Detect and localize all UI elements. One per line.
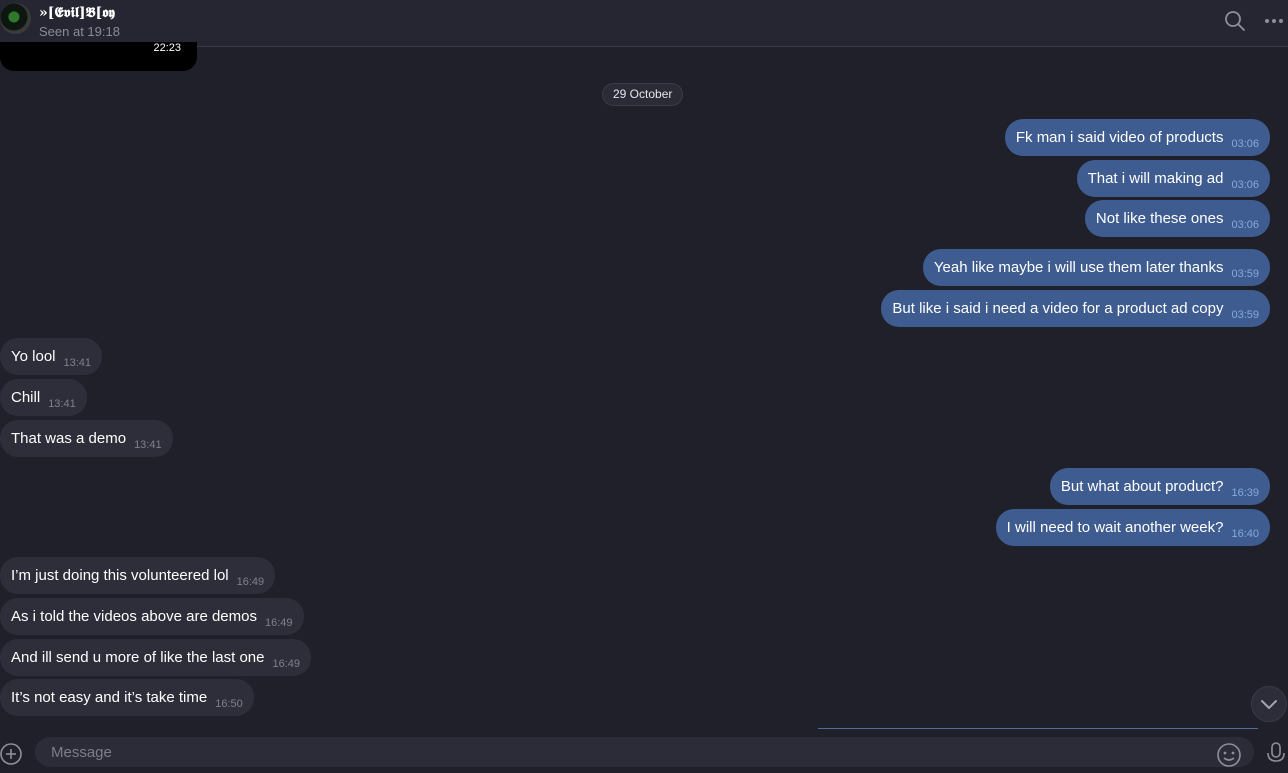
message-text: I will need to wait another week? (1006, 519, 1224, 536)
message-text: Not like these ones (1095, 210, 1224, 227)
message-time: 03:06 (1231, 179, 1259, 191)
message-time: 03:06 (1231, 219, 1259, 231)
message-incoming[interactable]: Chill 13:41 (0, 379, 87, 416)
message-outgoing[interactable]: I will need to wait another week? 16:40 (995, 509, 1270, 546)
message-incoming[interactable]: I’m just doing this volunteered lol 16:49 (0, 557, 276, 594)
message-time: 16:39 (1231, 487, 1259, 499)
message-text: But what about product? (1060, 478, 1224, 495)
progress-divider (818, 728, 1258, 729)
message-input[interactable] (35, 737, 1254, 767)
message-text: That was a demo (11, 430, 127, 447)
more-options-icon[interactable] (1264, 12, 1284, 35)
message-outgoing[interactable]: But what about product? 16:39 (1049, 468, 1270, 505)
scroll-to-bottom-button[interactable] (1251, 686, 1287, 722)
message-time: 03:06 (1231, 138, 1259, 150)
contact-last-seen: Seen at 19:18 (39, 24, 120, 39)
message-outgoing[interactable]: Not like these ones 03:06 (1084, 200, 1270, 237)
message-time: 03:59 (1231, 268, 1259, 280)
message-composer (0, 732, 1288, 767)
message-time: 16:40 (1231, 528, 1259, 540)
message-text: Yo lool (11, 348, 56, 365)
message-text: As i told the videos above are demos (11, 608, 257, 625)
message-outgoing[interactable]: That i will making ad 03:06 (1076, 160, 1270, 197)
message-outgoing[interactable]: Yeah like maybe i will use them later th… (922, 249, 1270, 286)
message-incoming[interactable]: And ill send u more of like the last one… (0, 639, 312, 676)
message-outgoing[interactable]: Fk man i said video of products 03:06 (1004, 119, 1270, 156)
message-text: But like i said i need a video for a pro… (892, 300, 1224, 317)
message-time: 13:41 (63, 357, 92, 369)
attach-icon[interactable] (0, 742, 24, 771)
message-incoming[interactable]: It’s not easy and it’s take time 16:50 (0, 679, 254, 716)
search-icon[interactable] (1224, 10, 1246, 37)
date-separator: 29 October (602, 83, 684, 106)
message-incoming[interactable]: That was a demo 13:41 (0, 420, 173, 457)
media-message[interactable]: 22:23 (0, 42, 197, 71)
microphone-icon[interactable] (1266, 742, 1286, 771)
contact-name[interactable]: »[𝕰𝖛𝖎𝖑]𝕭[𝖔𝖞 (39, 5, 115, 21)
message-text: That i will making ad (1087, 170, 1224, 187)
message-text: And ill send u more of like the last one (11, 649, 265, 666)
message-list[interactable]: 22:23 29 October Fk man i said video of … (0, 42, 1288, 732)
message-text: Fk man i said video of products (1015, 129, 1224, 146)
message-incoming[interactable]: Yo lool 13:41 (0, 338, 103, 375)
message-incoming[interactable]: As i told the videos above are demos 16:4… (0, 598, 304, 635)
message-outgoing[interactable]: But like i said i need a video for a pro… (881, 290, 1270, 327)
message-time: 22:23 (153, 42, 181, 54)
message-time: 16:49 (272, 658, 301, 670)
message-time: 16:49 (264, 617, 293, 629)
message-time: 03:59 (1231, 309, 1259, 321)
contact-avatar[interactable] (0, 3, 31, 34)
message-text: Chill (11, 389, 41, 406)
chevron-down-icon (1261, 700, 1277, 709)
message-text: Yeah like maybe i will use them later th… (933, 259, 1224, 276)
emoji-icon[interactable] (1216, 742, 1242, 773)
message-time: 16:50 (215, 698, 243, 710)
message-time: 13:41 (48, 398, 76, 410)
message-time: 13:41 (134, 439, 162, 451)
message-text: It’s not easy and it’s take time (11, 689, 208, 706)
chat-header: »[𝕰𝖛𝖎𝖑]𝕭[𝖔𝖞 Seen at 19:18 (0, 0, 1288, 47)
message-text: I’m just doing this volunteered lol (11, 567, 229, 584)
message-time: 16:49 (236, 576, 265, 588)
